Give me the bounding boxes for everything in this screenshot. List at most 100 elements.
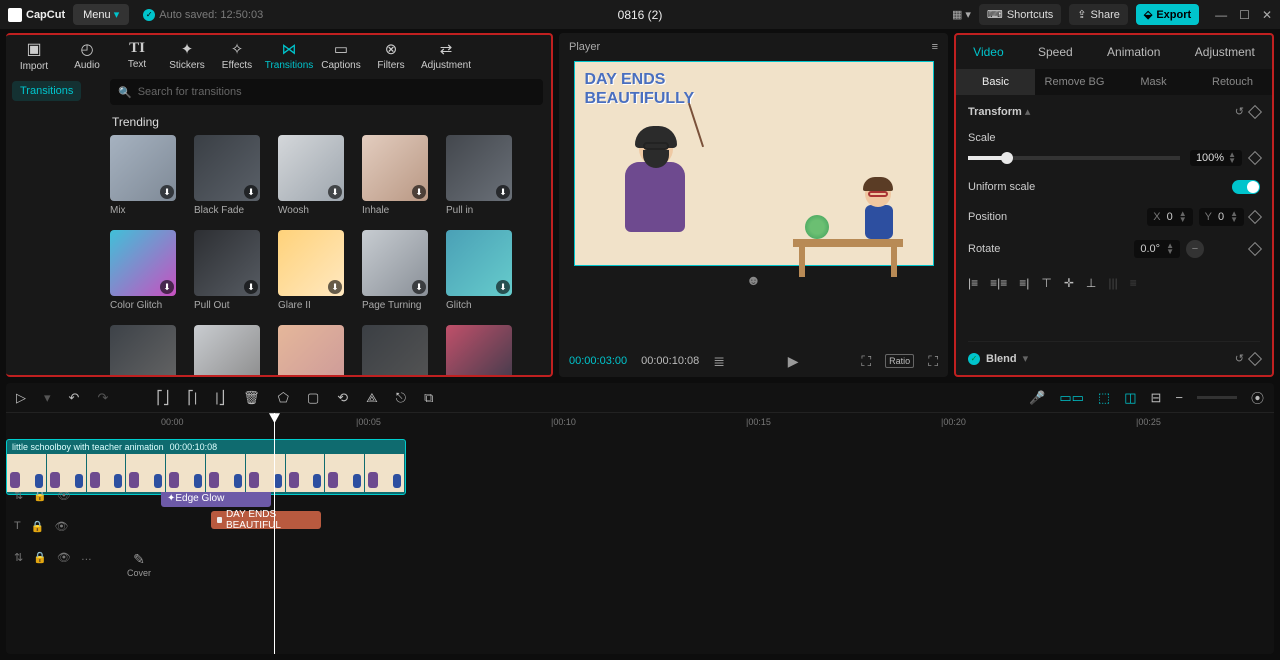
scan-icon[interactable]: ⛶ — [861, 353, 871, 370]
zoom-in-icon[interactable]: ⦿ — [1251, 388, 1264, 407]
delete-icon[interactable]: 🗑 — [243, 390, 260, 406]
tab-transitions[interactable]: ⋈Transitions — [262, 40, 316, 71]
download-icon[interactable]: ⬇ — [412, 280, 426, 294]
align-center-v-icon[interactable]: ✛ — [1064, 276, 1074, 290]
list-icon[interactable]: ≣ — [713, 353, 725, 370]
transition-thumb[interactable]: ⬇Page Turning — [362, 230, 428, 311]
tab-text[interactable]: TIText — [112, 40, 162, 70]
minimize-button[interactable]: — — [1215, 8, 1227, 22]
undo-icon[interactable]: ↶ — [69, 390, 80, 406]
download-icon[interactable]: ⬇ — [244, 185, 258, 199]
transition-thumb[interactable]: ⬇ — [278, 325, 344, 375]
fullscreen-icon[interactable]: ⛶ — [928, 353, 938, 370]
download-icon[interactable]: ⬇ — [412, 185, 426, 199]
layout-icon[interactable]: ▦ ▾ — [952, 8, 971, 21]
split-icon[interactable]: ⎡⎦ — [156, 390, 169, 406]
download-icon[interactable]: ⬇ — [244, 280, 258, 294]
player-menu-icon[interactable]: ≡ — [932, 41, 938, 53]
blend-row[interactable]: ✓Blend ▾ ↺ — [968, 341, 1260, 365]
scale-slider[interactable] — [968, 156, 1180, 160]
transition-thumb[interactable]: ⬇ — [110, 325, 176, 375]
insp-tab-animation[interactable]: Animation — [1107, 45, 1160, 59]
position-x-input[interactable]: X0▲▼ — [1147, 208, 1192, 226]
split-left-icon[interactable]: ⎡| — [187, 390, 197, 406]
mic-icon[interactable]: 🎤 — [1029, 390, 1045, 406]
transition-thumb[interactable]: ⬇Glare II — [278, 230, 344, 311]
close-button[interactable]: ✕ — [1262, 8, 1272, 22]
timeline-tracks[interactable]: ⇅🔒👁 T🔒👁 ⇅🔒👁… ✎Cover ✦ Edge Glow DAY ENDS… — [6, 433, 1274, 654]
subtab-retouch[interactable]: Retouch — [1193, 69, 1272, 95]
text-clip[interactable]: DAY ENDS BEAUTIFUL — [211, 511, 321, 529]
insp-tab-speed[interactable]: Speed — [1038, 45, 1073, 59]
transition-thumb[interactable]: ⬇Woosh — [278, 135, 344, 216]
cover-button[interactable]: ✎Cover — [124, 551, 154, 578]
snap-icon[interactable]: ◫ — [1124, 390, 1136, 406]
magnet-icon[interactable]: ▭▭ — [1059, 390, 1084, 406]
tab-filters[interactable]: ⊗Filters — [366, 40, 416, 71]
tab-audio[interactable]: ◴Audio — [62, 40, 112, 71]
insp-tab-video[interactable]: Video — [973, 45, 1003, 59]
transition-thumb[interactable]: ⬇Black Fade — [194, 135, 260, 216]
keyframe-icon[interactable] — [1248, 352, 1262, 366]
subtab-removebg[interactable]: Remove BG — [1035, 69, 1114, 95]
play-button[interactable]: ▶ — [788, 353, 799, 370]
uniform-scale-toggle[interactable] — [1232, 180, 1260, 194]
preview-icon[interactable]: ⊟ — [1150, 390, 1161, 406]
reset-icon[interactable]: ↺ — [1235, 352, 1244, 365]
align-top-icon[interactable]: ⊤ — [1041, 276, 1051, 290]
transition-thumb[interactable]: ⬇ — [446, 325, 512, 375]
align-right-icon[interactable]: ≡| — [1019, 276, 1029, 290]
pointer-tool-icon[interactable]: ▷ — [16, 390, 26, 406]
position-y-input[interactable]: Y0▲▼ — [1199, 208, 1244, 226]
align-left-icon[interactable]: |≡ — [968, 276, 978, 290]
marker-icon[interactable]: ⬠ — [278, 390, 289, 406]
preview-canvas[interactable]: DAY ENDSBEAUTIFULLY — [574, 61, 934, 266]
download-icon[interactable]: ⬇ — [496, 280, 510, 294]
tab-effects[interactable]: ✧Effects — [212, 40, 262, 71]
timeline-ruler[interactable]: 00:00|00:05|00:10|00:15|00:20|00:25 — [6, 413, 1274, 433]
reverse-icon[interactable]: ⟲ — [337, 390, 348, 406]
share-button[interactable]: ⇪Share — [1069, 4, 1128, 25]
transition-thumb[interactable]: ⬇Color Glitch — [110, 230, 176, 311]
search-input[interactable]: 🔍Search for transitions — [110, 79, 543, 105]
export-button[interactable]: ⬙Export — [1136, 4, 1199, 25]
transition-thumb[interactable]: ⬇Pull Out — [194, 230, 260, 311]
transition-thumb[interactable]: ⬇Glitch — [446, 230, 512, 311]
download-icon[interactable]: ⬇ — [160, 280, 174, 294]
rotate-input[interactable]: 0.0°▲▼ — [1134, 240, 1180, 258]
align-center-h-icon[interactable]: ≡|≡ — [990, 276, 1007, 290]
keyframe-icon[interactable] — [1248, 210, 1262, 224]
playhead[interactable] — [274, 413, 275, 433]
redo-icon[interactable]: ↷ — [97, 390, 108, 406]
menu-button[interactable]: Menu ▾ — [73, 4, 129, 25]
sidebar-transitions[interactable]: Transitions — [12, 81, 81, 101]
import-button[interactable]: ▣Import — [6, 39, 62, 72]
tab-stickers[interactable]: ✦Stickers — [162, 40, 212, 71]
zoom-out-icon[interactable]: − — [1175, 390, 1183, 405]
reset-icon[interactable]: ↺ — [1235, 105, 1244, 118]
scale-value[interactable]: 100%▲▼ — [1190, 150, 1242, 166]
transition-thumb[interactable]: ⬇ — [362, 325, 428, 375]
ratio-button[interactable]: Ratio — [885, 354, 914, 368]
download-icon[interactable]: ⬇ — [328, 280, 342, 294]
link-icon[interactable]: ⬚ — [1098, 390, 1110, 406]
maximize-button[interactable]: ☐ — [1239, 8, 1250, 22]
subtab-basic[interactable]: Basic — [956, 69, 1035, 95]
face-tool-icon[interactable]: ☻ — [746, 272, 761, 288]
split-right-icon[interactable]: |⎦ — [215, 390, 225, 406]
rect-icon[interactable]: ▢ — [307, 390, 319, 406]
download-icon[interactable]: ⬇ — [328, 185, 342, 199]
download-icon[interactable]: ⬇ — [160, 185, 174, 199]
subtab-mask[interactable]: Mask — [1114, 69, 1193, 95]
freeze-icon[interactable]: ⎋ — [396, 390, 406, 406]
tab-captions[interactable]: ▭Captions — [316, 40, 366, 71]
crop-icon[interactable]: ⧉ — [424, 390, 433, 406]
transition-thumb[interactable]: ⬇Inhale — [362, 135, 428, 216]
download-icon[interactable]: ⬇ — [496, 185, 510, 199]
keyframe-icon[interactable] — [1248, 151, 1262, 165]
transition-thumb[interactable]: ⬇Pull in — [446, 135, 512, 216]
align-bottom-icon[interactable]: ⊥ — [1086, 276, 1096, 290]
tab-adjustment[interactable]: ⇄Adjustment — [416, 40, 476, 71]
transform-header[interactable]: Transform ▴ ↺ — [968, 105, 1260, 118]
keyframe-icon[interactable] — [1248, 242, 1262, 256]
